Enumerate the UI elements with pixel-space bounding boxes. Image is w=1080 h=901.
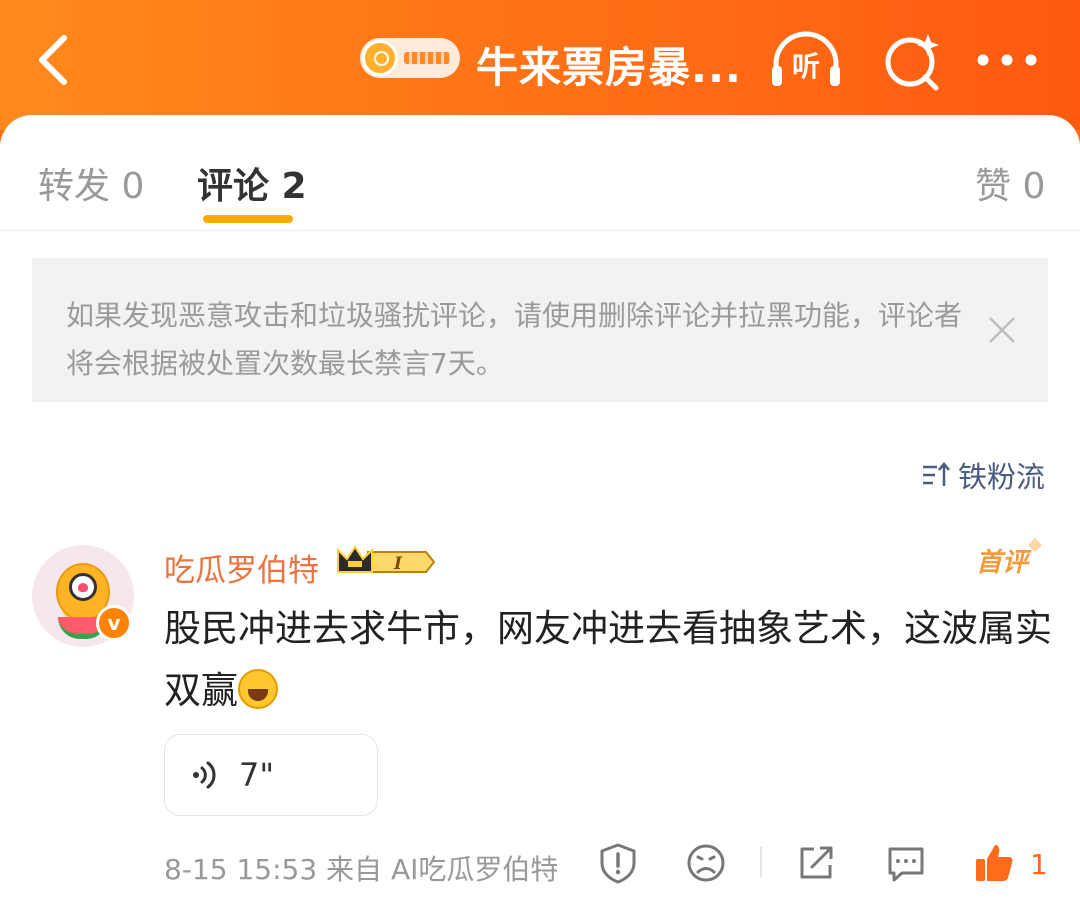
voice-wave-icon: [193, 761, 216, 789]
share-button[interactable]: [794, 841, 838, 885]
voice-message[interactable]: 7": [164, 734, 378, 816]
search-chip-decoration: [404, 52, 450, 64]
sort-icon: [923, 462, 950, 486]
chevron-left-icon: [39, 35, 67, 85]
tab-reposts[interactable]: 转发 0: [38, 157, 144, 209]
reply-button[interactable]: [884, 841, 928, 885]
page-title: 牛来票房暴...: [476, 43, 742, 92]
active-tab-indicator: [203, 215, 293, 223]
search-sparkle-icon: [885, 34, 939, 91]
report-button[interactable]: [596, 841, 640, 885]
fan-level-badge[interactable]: I: [334, 542, 436, 580]
comment-username[interactable]: 吃瓜罗伯特: [164, 545, 319, 590]
first-comment-badge: 首评: [976, 542, 1028, 579]
more-button[interactable]: [972, 30, 1042, 92]
like-count: 1: [1030, 848, 1048, 881]
back-button[interactable]: [30, 30, 80, 90]
comment-bubble-icon: [888, 847, 924, 882]
comment-notice-banner: 如果发现恶意攻击和垃圾骚扰评论，请使用删除评论并拉黑功能，评论者将会根据被处置次…: [32, 258, 1048, 402]
share-icon: [800, 846, 833, 879]
notice-text: 如果发现恶意攻击和垃圾骚扰评论，请使用删除评论并拉黑功能，评论者将会根据被处置次…: [66, 299, 963, 380]
thumbs-up-icon: [976, 845, 1013, 881]
search-chip[interactable]: [360, 38, 460, 78]
like-button[interactable]: [972, 841, 1016, 885]
level-number: I: [393, 554, 403, 574]
listen-button[interactable]: 听: [768, 30, 844, 92]
headphones-icon: 听: [772, 31, 840, 86]
tab-comments[interactable]: 评论 2: [197, 157, 307, 209]
crown-level-icon: I: [337, 545, 436, 574]
tab-likes[interactable]: 赞 0: [975, 157, 1045, 209]
comment-body: 股民冲进去求牛市，网友冲进去看抽象艺术，这波属实双赢: [164, 598, 1054, 722]
notice-close-button[interactable]: [986, 314, 1018, 346]
search-button[interactable]: [880, 30, 956, 92]
verified-badge: v: [96, 605, 132, 641]
comment-text: 股民冲进去求牛市，网友冲进去看抽象艺术，这波属实双赢: [164, 607, 1052, 712]
voice-duration: 7": [239, 756, 275, 794]
listen-label: 听: [792, 50, 820, 83]
close-icon: [989, 317, 1015, 343]
search-icon: [362, 40, 398, 76]
content-sheet: 转发 0 评论 2 赞 0 如果发现恶意攻击和垃圾骚扰评论，请使用删除评论并拉黑…: [0, 115, 1080, 901]
tab-bar: 转发 0 评论 2 赞 0: [0, 115, 1080, 231]
sort-toggle[interactable]: 铁粉流: [920, 455, 1045, 495]
top-navigation-bar: 牛来票房暴... 听: [0, 0, 1080, 130]
shield-alert-icon: [600, 843, 636, 884]
comment-meta: 8-15 15:53 来自 AI吃瓜罗伯特: [164, 853, 559, 886]
action-divider: [760, 847, 762, 877]
dislike-button[interactable]: [684, 841, 728, 885]
sad-face-icon: [687, 844, 725, 882]
more-dots-icon: [977, 54, 1037, 66]
laughing-tears-emoji: [238, 669, 278, 709]
avatar-eye: [69, 573, 97, 601]
sort-label: 铁粉流: [958, 460, 1046, 494]
